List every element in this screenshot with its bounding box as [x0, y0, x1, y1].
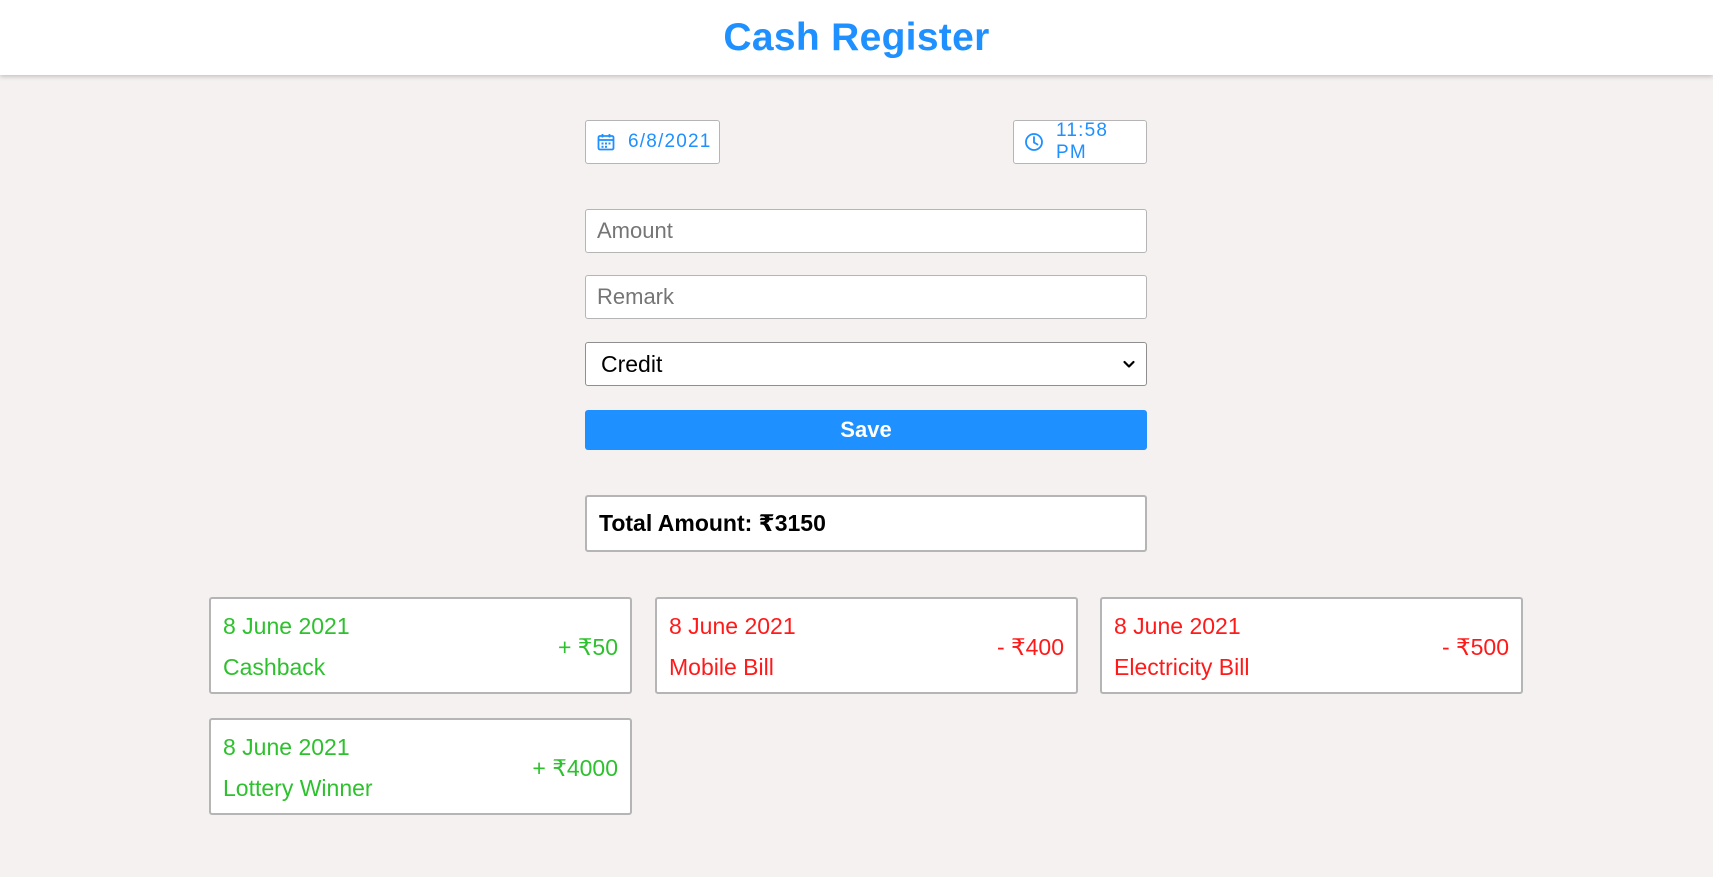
transaction-date: 8 June 2021 [669, 613, 796, 639]
transaction-remark: Mobile Bill [669, 654, 774, 680]
transaction-amount: - ₹500 [1441, 634, 1509, 660]
date-display: 6/8/2021 [585, 120, 720, 164]
transaction-card: 8 June 2021 Mobile Bill - ₹400 [655, 597, 1078, 694]
transaction-amount: - ₹400 [996, 634, 1064, 660]
clock-icon [1024, 132, 1044, 152]
transaction-remark: Cashback [223, 654, 326, 680]
calendar-icon [596, 132, 616, 152]
save-button[interactable]: Save [585, 410, 1147, 450]
time-text: 11:58 PM [1056, 120, 1109, 163]
transaction-date: 8 June 2021 [223, 734, 350, 760]
chevron-down-icon [1122, 357, 1136, 371]
date-text: 6/8/2021 [628, 131, 712, 152]
transaction-amount: + ₹50 [557, 634, 618, 660]
transaction-amount: + ₹4000 [532, 755, 618, 781]
transaction-card: 8 June 2021 Electricity Bill - ₹500 [1100, 597, 1523, 694]
remark-input[interactable] [585, 275, 1147, 319]
transaction-date: 8 June 2021 [223, 613, 350, 639]
transaction-card: 8 June 2021 Cashback + ₹50 [209, 597, 632, 694]
transaction-remark: Lottery Winner [223, 775, 373, 801]
page-title: Cash Register [723, 15, 990, 59]
transaction-type-select[interactable]: Credit [585, 342, 1147, 386]
transaction-date: 8 June 2021 [1114, 613, 1241, 639]
time-display: 11:58 PM [1013, 120, 1147, 164]
transaction-type-value: Credit [601, 350, 663, 377]
total-amount: Total Amount: ₹3150 [585, 495, 1147, 552]
amount-input[interactable] [585, 209, 1147, 253]
app-header: Cash Register [0, 0, 1713, 75]
transaction-remark: Electricity Bill [1114, 654, 1250, 680]
transaction-card: 8 June 2021 Lottery Winner + ₹4000 [209, 718, 632, 815]
